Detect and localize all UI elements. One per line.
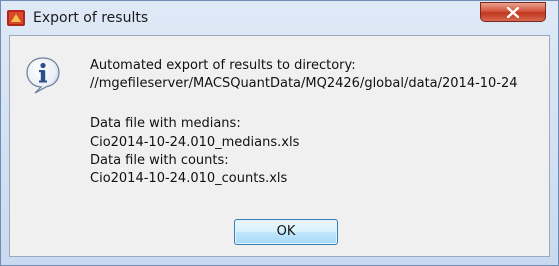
message-intro: Automated export of results to directory… <box>90 58 356 73</box>
medians-file-name: Cio2014-10-24.010_medians.xls <box>90 135 300 150</box>
counts-label: Data file with counts: <box>90 153 229 168</box>
info-icon <box>25 56 61 94</box>
dialog-window: Export of results Automated export of re… <box>0 0 559 266</box>
export-directory-path: //mgefileserver/MACSQuantData/MQ2426/glo… <box>90 76 518 91</box>
window-title: Export of results <box>33 10 149 26</box>
counts-file-name: Cio2014-10-24.010_counts.xls <box>90 171 288 186</box>
ok-button[interactable]: OK <box>234 219 338 245</box>
dialog-content: Automated export of results to directory… <box>9 35 550 257</box>
close-icon <box>507 7 519 18</box>
app-icon <box>7 10 25 26</box>
close-button[interactable] <box>480 2 546 22</box>
title-bar[interactable]: Export of results <box>1 1 558 35</box>
medians-label: Data file with medians: <box>90 116 241 131</box>
